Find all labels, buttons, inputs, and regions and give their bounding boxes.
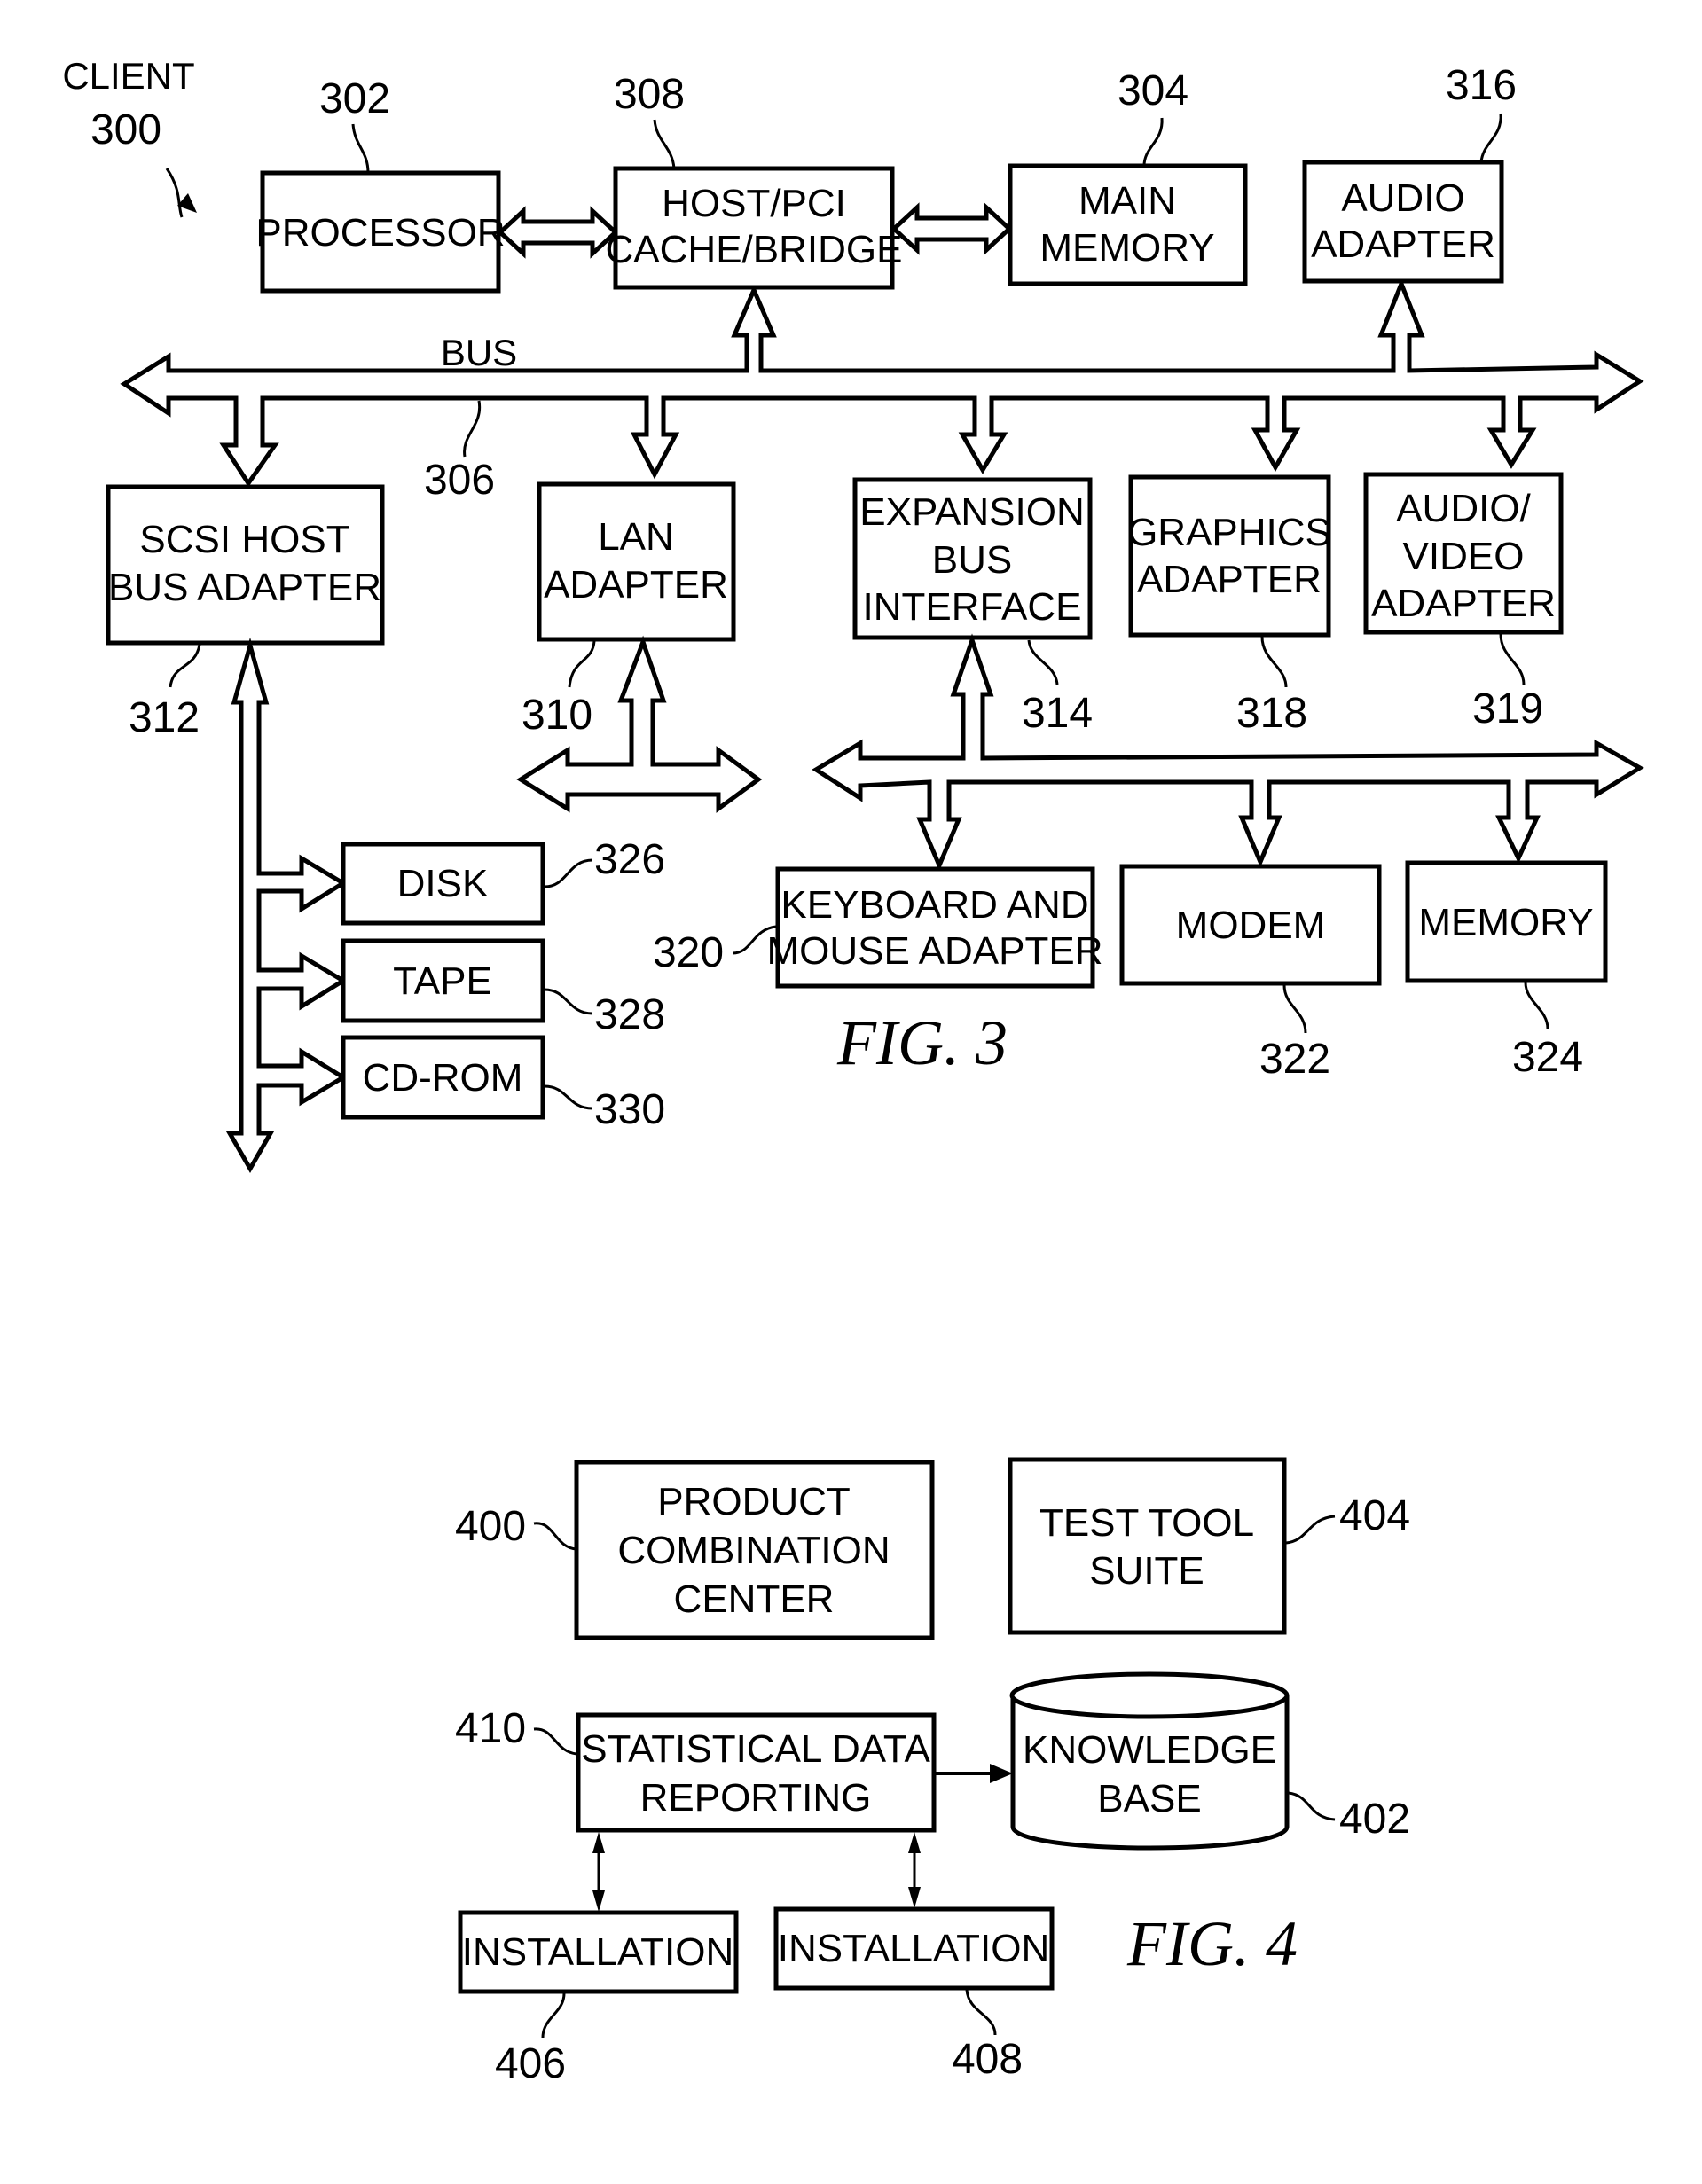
client-leader-line [165,168,184,218]
scsi-bus-arrow [225,637,348,1174]
av-label-2: VIDEO [1403,535,1525,578]
av-adapter-block: AUDIO/ VIDEO ADAPTER 319 [1363,472,1564,732]
installation-1-ref: 406 [495,2040,566,2087]
audio-adapter-ref: 316 [1446,62,1517,109]
host-pci-bridge-block: HOST/PCI CACHE/BRIDGE 308 [606,71,903,290]
main-memory-label-2: MEMORY [1039,226,1214,270]
installation-1-block: INSTALLATION 406 [458,1910,739,2087]
expansion-ref: 314 [1022,690,1093,737]
host-pci-label-2: CACHE/BRIDGE [606,228,903,271]
knowledge-base-cylinder: KNOWLEDGE BASE 402 [1009,1671,1410,1851]
figure-4: PRODUCT COMBINATION CENTER 400 TEST TOOL… [455,1457,1410,2087]
expansion-label-1: EXPANSION [859,490,1084,534]
graphics-label-2: ADAPTER [1137,558,1322,601]
installation-2-ref: 408 [952,2036,1023,2083]
main-memory-label-1: MAIN [1078,179,1176,223]
bus-ref: 306 [424,457,495,504]
memory-label: MEMORY [1418,901,1593,944]
system-bus-arrow [120,278,1644,488]
cdrom-label: CD-ROM [363,1056,523,1100]
modem-block: MODEM 322 [1119,864,1382,1083]
installation-1-connector [592,1832,605,1912]
disk-ref: 326 [594,836,665,883]
modem-ref: 322 [1259,1036,1330,1083]
installation-2-connector [908,1832,921,1908]
cdrom-ref: 330 [594,1086,665,1133]
statistical-data-reporting-block: STATISTICAL DATA REPORTING 410 [455,1705,937,1833]
audio-adapter-block: AUDIO ADAPTER 316 [1302,62,1517,284]
audio-adapter-label-1: AUDIO [1341,176,1464,220]
installation-2-label: INSTALLATION [778,1927,1049,1970]
scsi-label-1: SCSI HOST [139,518,349,561]
expansion-label-2: BUS [932,538,1012,582]
bus-label: BUS [441,332,517,373]
lan-label-1: LAN [598,515,674,559]
disk-label: DISK [397,862,489,905]
cdrom-block: CD-ROM 330 [341,1035,665,1133]
keyboard-label-1: KEYBOARD AND [780,883,1088,927]
stat-ref: 410 [455,1705,526,1752]
processor-label: PROCESSOR [255,211,505,254]
patent-drawing: CLIENT 300 BUS 306 PROCESSOR 302 HOST/PC… [62,55,1644,2087]
av-ref: 319 [1472,685,1543,732]
lan-ref: 310 [522,692,592,739]
av-label-3: ADAPTER [1371,582,1556,625]
test-tool-ref: 404 [1339,1492,1410,1539]
pcc-ref: 400 [455,1503,526,1550]
disk-block: DISK 326 [341,836,665,926]
tape-label: TAPE [393,959,492,1003]
host-pci-label-1: HOST/PCI [662,182,846,225]
keyboard-label-2: MOUSE ADAPTER [767,929,1103,973]
tape-block: TAPE 328 [341,938,665,1038]
kb-ref: 402 [1339,1796,1410,1843]
graphics-label-1: GRAPHICS [1127,511,1331,554]
host-pci-ref: 308 [614,71,685,118]
processor-block: PROCESSOR 302 [255,75,506,294]
client-label: CLIENT [62,55,194,97]
figure-4-caption: FIG. 4 [1126,1908,1298,1979]
graphics-ref: 318 [1236,690,1307,737]
bus-leader-line [463,400,482,458]
stat-label-2: REPORTING [640,1776,872,1820]
pcc-label-1: PRODUCT [657,1480,851,1523]
kb-label-1: KNOWLEDGE [1023,1728,1276,1772]
product-combination-center-block: PRODUCT COMBINATION CENTER 400 [455,1460,935,1640]
installation-1-label: INSTALLATION [462,1930,733,1974]
scsi-label-2: BUS ADAPTER [108,566,381,609]
arrowhead-icon [990,1764,1013,1783]
pcc-label-2: COMBINATION [617,1529,890,1572]
audio-adapter-label-2: ADAPTER [1311,223,1495,266]
processor-ref: 302 [319,75,390,122]
figure-3: CLIENT 300 BUS 306 PROCESSOR 302 HOST/PC… [62,55,1644,1174]
client-ref: 300 [90,106,161,153]
modem-label: MODEM [1176,904,1326,947]
pcc-label-3: CENTER [674,1577,835,1621]
expansion-label-3: INTERFACE [863,585,1082,629]
installation-2-block: INSTALLATION 408 [773,1906,1055,2083]
test-tool-label-2: SUITE [1089,1549,1204,1593]
keyboard-mouse-adapter-block: KEYBOARD AND MOUSE ADAPTER 320 [653,866,1103,989]
main-memory-block: MAIN MEMORY 304 [1008,67,1248,286]
memory-ref: 324 [1512,1034,1583,1081]
test-tool-label-1: TEST TOOL [1039,1501,1254,1545]
graphics-adapter-block: GRAPHICS ADAPTER 318 [1127,474,1331,737]
tape-ref: 328 [594,991,665,1038]
keyboard-ref: 320 [653,929,724,976]
bridge-memory-arrow [890,202,1013,255]
stat-label-1: STATISTICAL DATA [581,1727,930,1771]
processor-bridge-arrow [497,206,619,259]
figure-3-caption: FIG. 3 [836,1007,1008,1078]
kb-label-2: BASE [1097,1777,1201,1820]
main-memory-ref: 304 [1118,67,1188,114]
scsi-ref: 312 [129,694,200,741]
av-label-1: AUDIO/ [1396,487,1531,530]
memory-block: MEMORY 324 [1405,860,1608,1081]
test-tool-suite-block: TEST TOOL SUITE 404 [1008,1457,1410,1635]
expansion-bus-arrow [812,633,1644,872]
lan-label-2: ADAPTER [544,563,728,607]
